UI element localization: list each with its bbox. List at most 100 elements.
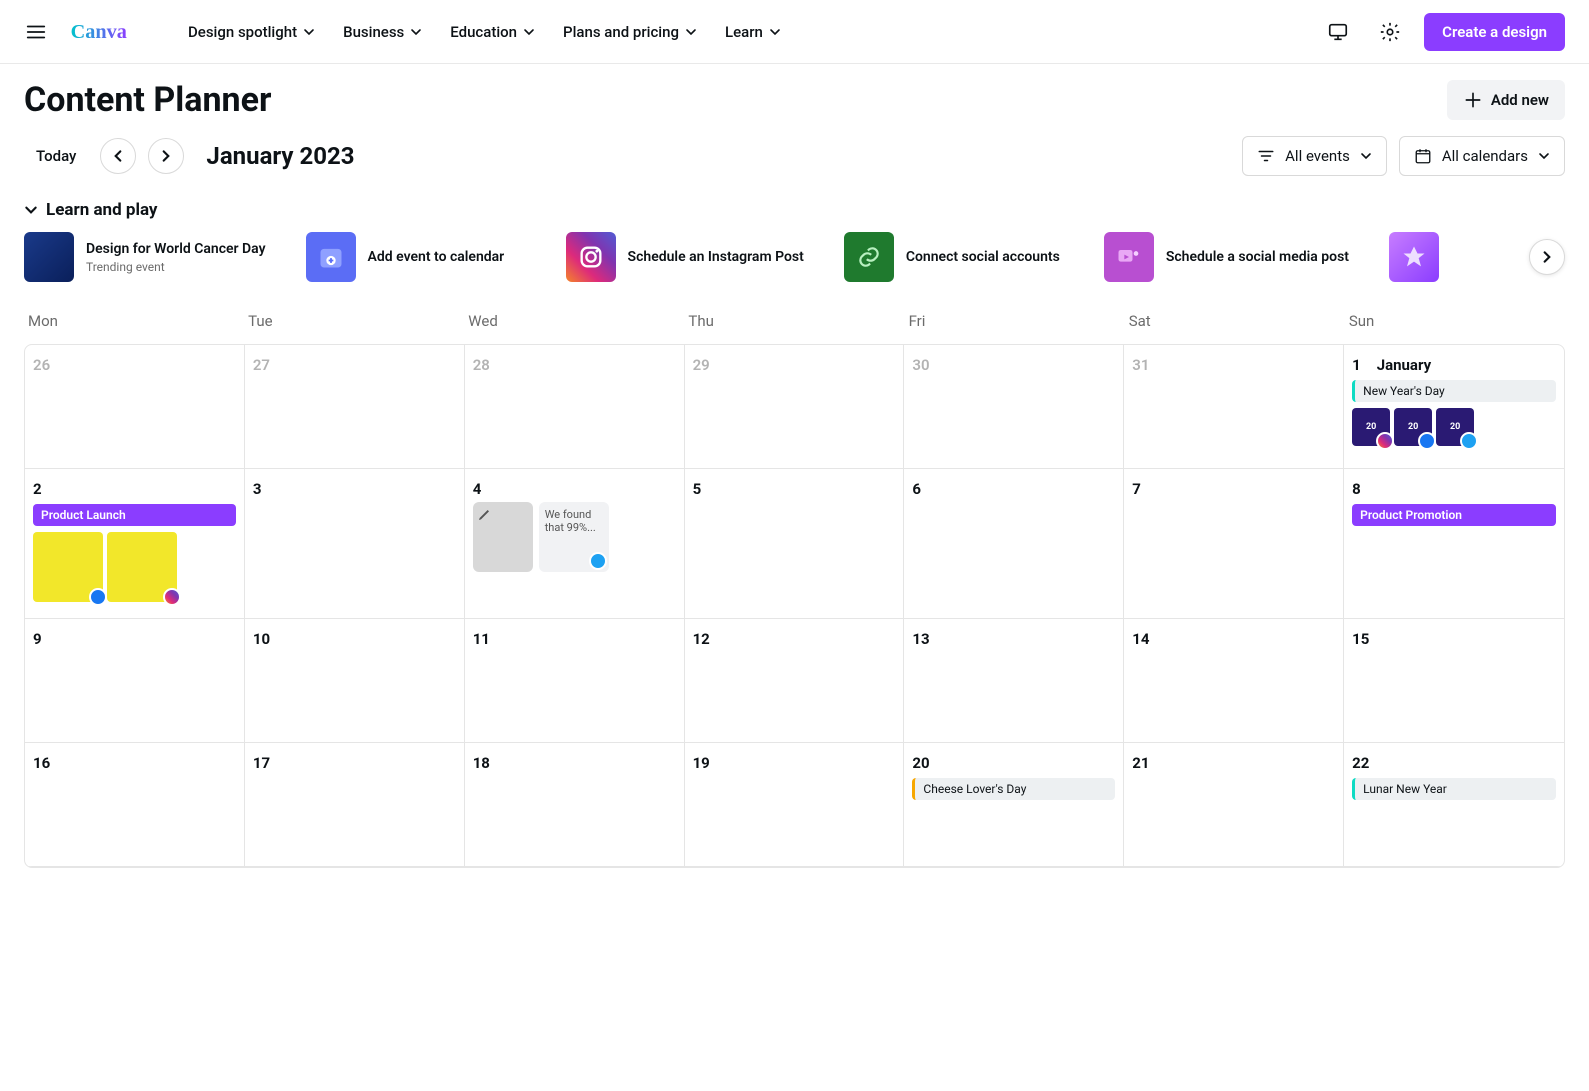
calendar-cell[interactable]: 4 We found that 99%... bbox=[465, 469, 685, 619]
event-lunar-new-year[interactable]: Lunar New Year bbox=[1352, 778, 1556, 800]
instagram-badge-icon bbox=[163, 588, 181, 606]
calendar-cell[interactable]: 5 bbox=[685, 469, 905, 619]
facebook-badge-icon bbox=[89, 588, 107, 606]
calendar-cell[interactable]: 11 bbox=[465, 619, 685, 743]
monitor-icon bbox=[1327, 21, 1349, 43]
chevron-down-icon bbox=[1360, 150, 1372, 162]
chevron-right-icon bbox=[159, 149, 173, 163]
calendar-cell[interactable]: 16 bbox=[25, 743, 245, 867]
calendar-cell[interactable]: 29 bbox=[685, 345, 905, 469]
page-title: Content Planner bbox=[24, 80, 271, 120]
calendar-cell[interactable]: 20 Cheese Lover's Day bbox=[904, 743, 1124, 867]
calendar-cell[interactable]: 17 bbox=[245, 743, 465, 867]
lp-title: Connect social accounts bbox=[906, 248, 1060, 266]
day-number: 31 bbox=[1132, 356, 1149, 374]
calendar-cell[interactable]: 22 Lunar New Year bbox=[1344, 743, 1564, 867]
event-product-promotion[interactable]: Product Promotion bbox=[1352, 504, 1556, 526]
month-tag: January bbox=[1377, 356, 1431, 374]
day-number: 5 bbox=[693, 480, 702, 498]
event-cheese-lovers-day[interactable]: Cheese Lover's Day bbox=[912, 778, 1115, 800]
calendar-cell[interactable]: 14 bbox=[1124, 619, 1344, 743]
calendar-cell[interactable]: 1 January New Year's Day 20 20 20 bbox=[1344, 345, 1564, 469]
learn-and-play-toggle[interactable]: Learn and play bbox=[24, 200, 1565, 220]
lp-card-extra[interactable] bbox=[1389, 232, 1449, 282]
calendar-cell[interactable]: 12 bbox=[685, 619, 905, 743]
calendars-filter[interactable]: All calendars bbox=[1399, 136, 1565, 176]
day-number: 16 bbox=[33, 754, 50, 772]
prev-month-button[interactable] bbox=[100, 138, 136, 174]
calendar-cell[interactable]: 3 bbox=[245, 469, 465, 619]
lp-card-schedule-social[interactable]: Schedule a social media post bbox=[1104, 232, 1349, 282]
add-new-button[interactable]: Add new bbox=[1447, 80, 1565, 120]
calendar-cell[interactable]: 15 bbox=[1344, 619, 1564, 743]
day-number: 8 bbox=[1352, 480, 1361, 498]
lp-title: Schedule a social media post bbox=[1166, 248, 1349, 266]
lp-next-button[interactable] bbox=[1529, 239, 1565, 275]
post-thumb[interactable] bbox=[33, 532, 103, 602]
chevron-left-icon bbox=[111, 149, 125, 163]
day-number: 11 bbox=[473, 630, 490, 648]
calendar-cell[interactable]: 8 Product Promotion bbox=[1344, 469, 1564, 619]
events-filter[interactable]: All events bbox=[1242, 136, 1387, 176]
day-number: 27 bbox=[253, 356, 270, 374]
nav-design-spotlight[interactable]: Design spotlight bbox=[188, 23, 315, 41]
day-number: 29 bbox=[693, 356, 710, 374]
calendar-cell[interactable]: 10 bbox=[245, 619, 465, 743]
nav-learn[interactable]: Learn bbox=[725, 23, 781, 41]
create-design-button[interactable]: Create a design bbox=[1424, 13, 1565, 51]
lp-thumb-icon bbox=[844, 232, 894, 282]
plus-icon bbox=[1463, 90, 1483, 110]
day-number: 12 bbox=[693, 630, 710, 648]
dow-fri: Fri bbox=[905, 306, 1125, 336]
calendar-cell[interactable]: 2 Product Launch bbox=[25, 469, 245, 619]
nav-education[interactable]: Education bbox=[450, 23, 535, 41]
post-thumb[interactable]: 20 bbox=[1436, 408, 1474, 446]
chevron-down-icon bbox=[685, 26, 697, 38]
devices-button[interactable] bbox=[1320, 14, 1356, 50]
calendar-cell[interactable]: 27 bbox=[245, 345, 465, 469]
next-month-button[interactable] bbox=[148, 138, 184, 174]
lp-card-schedule-instagram[interactable]: Schedule an Instagram Post bbox=[566, 232, 804, 282]
lp-thumb-icon bbox=[566, 232, 616, 282]
calendar-cell[interactable]: 31 bbox=[1124, 345, 1344, 469]
day-number: 6 bbox=[912, 480, 921, 498]
dow-mon: Mon bbox=[24, 306, 244, 336]
nav-plans[interactable]: Plans and pricing bbox=[563, 23, 697, 41]
calendar-cell[interactable]: 30 bbox=[904, 345, 1124, 469]
month-label: January 2023 bbox=[206, 142, 354, 170]
lp-subtitle: Trending event bbox=[86, 260, 266, 274]
event-new-years-day[interactable]: New Year's Day bbox=[1352, 380, 1556, 402]
menu-button[interactable] bbox=[16, 12, 56, 52]
calendar-cell[interactable]: 28 bbox=[465, 345, 685, 469]
lp-card-add-event[interactable]: Add event to calendar bbox=[306, 232, 526, 282]
canva-logo[interactable]: Canva bbox=[64, 19, 164, 45]
lp-card-world-cancer-day[interactable]: Design for World Cancer Day Trending eve… bbox=[24, 232, 266, 282]
calendar-cell[interactable]: 13 bbox=[904, 619, 1124, 743]
calendar-cell[interactable]: 19 bbox=[685, 743, 905, 867]
post-thumb[interactable]: 20 bbox=[1352, 408, 1390, 446]
calendar-cell[interactable]: 7 bbox=[1124, 469, 1344, 619]
pencil-icon bbox=[477, 506, 493, 522]
post-thumb-text[interactable]: We found that 99%... bbox=[539, 502, 609, 572]
calendar-cell[interactable]: 26 bbox=[25, 345, 245, 469]
calendar-icon bbox=[1414, 147, 1432, 165]
button-label: Add new bbox=[1491, 91, 1549, 109]
nav-label: Plans and pricing bbox=[563, 23, 679, 41]
chevron-down-icon bbox=[303, 26, 315, 38]
calendar-cell[interactable]: 9 bbox=[25, 619, 245, 743]
lp-card-connect-social[interactable]: Connect social accounts bbox=[844, 232, 1064, 282]
calendar-cell[interactable]: 18 bbox=[465, 743, 685, 867]
filter-label: All calendars bbox=[1442, 147, 1528, 165]
nav-business[interactable]: Business bbox=[343, 23, 422, 41]
filter-icon bbox=[1257, 147, 1275, 165]
post-thumb[interactable] bbox=[107, 532, 177, 602]
nav-label: Design spotlight bbox=[188, 23, 297, 41]
calendar-cell[interactable]: 21 bbox=[1124, 743, 1344, 867]
post-thumb[interactable]: 20 bbox=[1394, 408, 1432, 446]
event-product-launch[interactable]: Product Launch bbox=[33, 504, 236, 526]
twitter-badge-icon bbox=[1460, 432, 1478, 450]
calendar-cell[interactable]: 6 bbox=[904, 469, 1124, 619]
post-thumb-draft[interactable] bbox=[473, 502, 533, 572]
today-button[interactable]: Today bbox=[24, 139, 88, 173]
settings-button[interactable] bbox=[1372, 14, 1408, 50]
